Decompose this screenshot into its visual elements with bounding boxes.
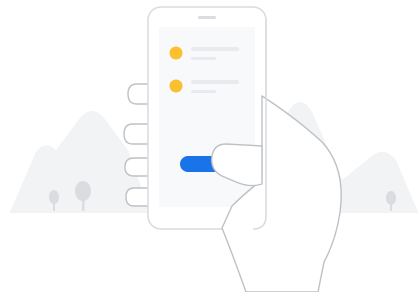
list-line-primary [191, 47, 239, 51]
list-line-secondary [191, 57, 216, 60]
illustration [0, 0, 420, 293]
yellow-dot-icon [169, 79, 183, 93]
list-line-primary [191, 80, 239, 84]
list-line-secondary [191, 90, 216, 93]
phone-in-hand-illustration [10, 6, 418, 293]
yellow-dot-icon [169, 46, 183, 60]
phone-speaker [198, 16, 216, 19]
